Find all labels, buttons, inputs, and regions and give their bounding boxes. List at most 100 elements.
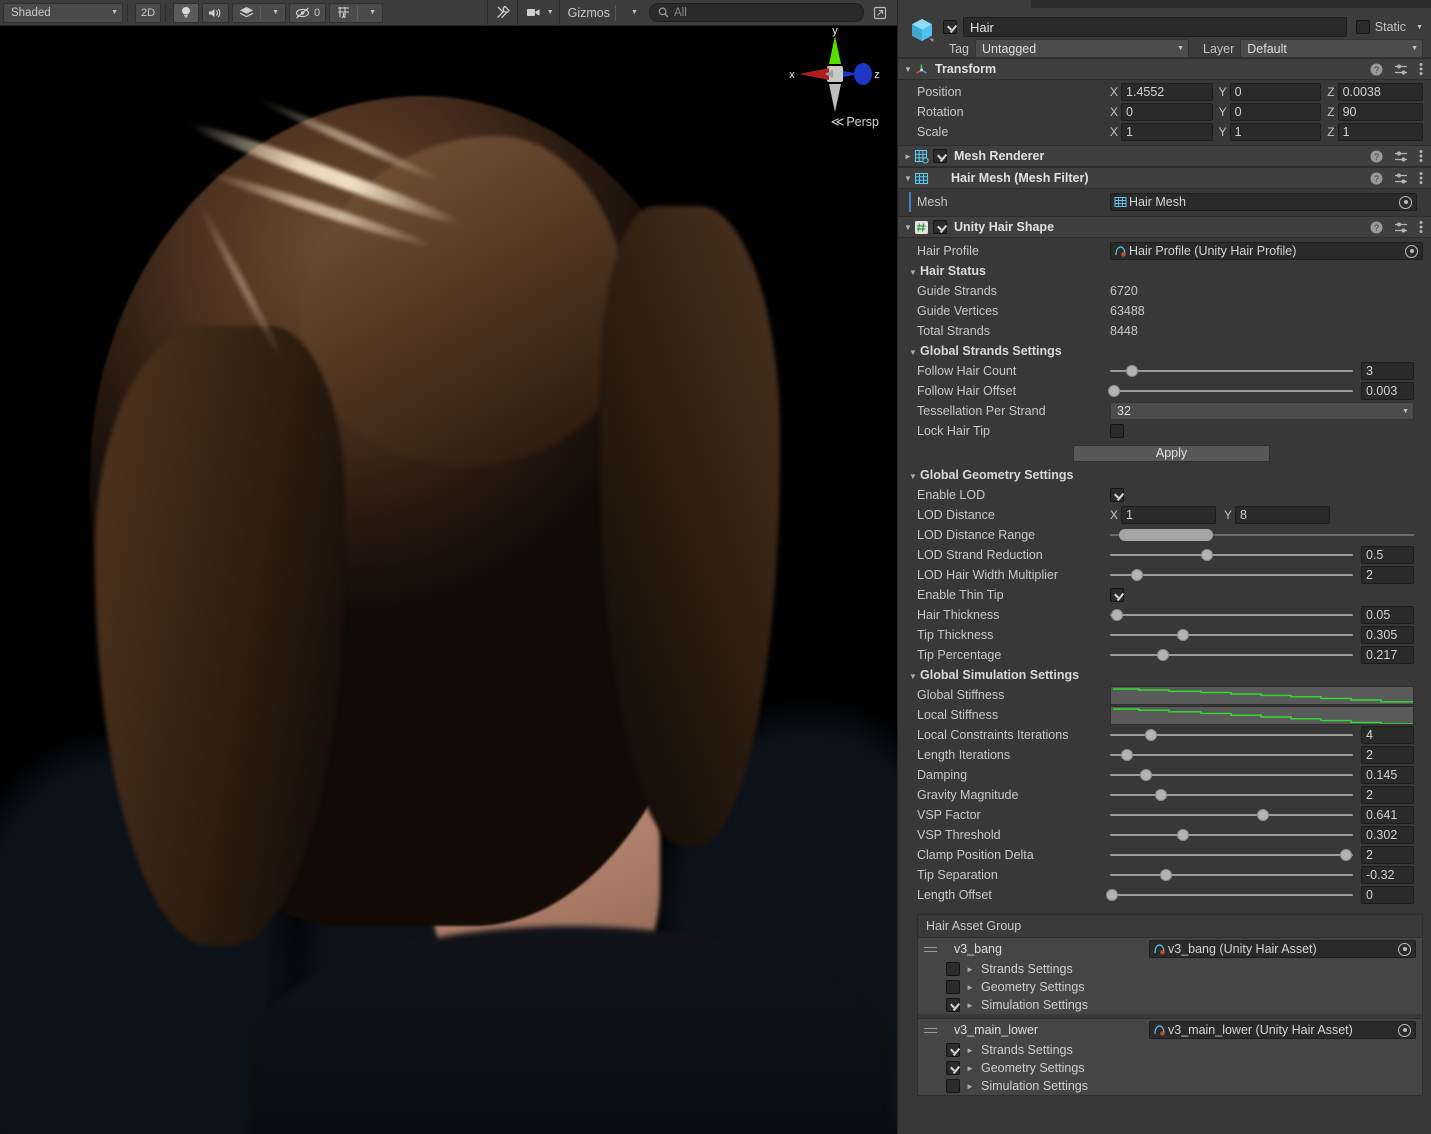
hair-thickness-field[interactable]: 0.05	[1361, 606, 1414, 624]
component-header-transform[interactable]: ▼ Transform ?	[898, 58, 1431, 80]
help-icon[interactable]: ?	[1370, 221, 1383, 234]
toggle-2d-button[interactable]: 2D	[135, 3, 161, 23]
rotation-z-field[interactable]: 90	[1338, 103, 1423, 121]
slider-knob[interactable]	[1155, 789, 1167, 801]
clamp-position-delta-field[interactable]: 2	[1361, 846, 1414, 864]
local-constraints-iterations-slider[interactable]	[1110, 726, 1353, 744]
scene-lighting-toggle[interactable]	[173, 3, 199, 23]
component-header-mesh-filter[interactable]: ▼ Hair Mesh (Mesh Filter) ?	[898, 167, 1431, 189]
follow-hair-count-slider[interactable]	[1110, 362, 1353, 380]
slider-knob[interactable]	[1140, 769, 1152, 781]
component-header-unity-hair-shape[interactable]: ▼ Unity Hair Shape ?	[898, 216, 1431, 238]
more-menu-icon[interactable]	[1419, 171, 1423, 185]
slider-knob[interactable]	[1160, 869, 1172, 881]
static-toggle-group[interactable]: Static ▼	[1356, 20, 1423, 34]
preset-icon[interactable]	[1394, 150, 1408, 163]
damping-slider[interactable]	[1110, 766, 1353, 784]
foldout-arrow-icon[interactable]: ►	[966, 965, 975, 974]
asset-object-field[interactable]: v3_bang (Unity Hair Asset)	[1149, 940, 1416, 958]
chevron-down-icon[interactable]: ▼	[1416, 24, 1423, 31]
lod-distance-x-field[interactable]: 1	[1121, 506, 1216, 524]
drag-handle-icon[interactable]	[924, 1028, 937, 1033]
scale-x-field[interactable]: 1	[1121, 123, 1213, 141]
slider-knob[interactable]	[1145, 729, 1157, 741]
hair-thickness-slider[interactable]	[1110, 606, 1353, 624]
tip-thickness-slider[interactable]	[1110, 626, 1353, 644]
length-offset-slider[interactable]	[1110, 886, 1353, 904]
scale-y-field[interactable]: 1	[1230, 123, 1322, 141]
enable-thin-tip-checkbox[interactable]	[1110, 588, 1124, 602]
foldout-arrow-icon[interactable]: ►	[966, 1001, 975, 1010]
hair-shape-enabled-checkbox[interactable]	[933, 220, 947, 234]
more-menu-icon[interactable]	[1419, 220, 1423, 234]
slider-knob[interactable]	[1111, 609, 1123, 621]
foldout-arrow-icon[interactable]: ►	[966, 1046, 975, 1055]
preset-icon[interactable]	[1394, 63, 1408, 76]
object-picker-icon[interactable]	[1399, 196, 1412, 209]
foldout-arrow-icon[interactable]: ►	[966, 1064, 975, 1073]
vsp-threshold-field[interactable]: 0.302	[1361, 826, 1414, 844]
hair-profile-object-field[interactable]: Hair Profile (Unity Hair Profile)	[1110, 242, 1423, 260]
scene-tools-button[interactable]	[491, 3, 517, 23]
scene-audio-toggle[interactable]	[202, 3, 229, 23]
foldout-arrow-icon[interactable]: ►	[902, 152, 914, 161]
layer-dropdown[interactable]: Default ▼	[1240, 39, 1423, 58]
inspector-tab-strip[interactable]	[898, 0, 1431, 8]
object-picker-icon[interactable]	[1398, 943, 1411, 956]
grid-dropdown[interactable]: ▼	[358, 4, 382, 22]
scene-fx-dropdown[interactable]: ▼	[261, 4, 285, 22]
hidden-objects-toggle[interactable]: 0	[289, 3, 326, 23]
draw-mode-dropdown[interactable]: Shaded ▼	[3, 3, 123, 23]
tip-thickness-field[interactable]: 0.305	[1361, 626, 1414, 644]
foldout-arrow-icon[interactable]: ►	[966, 983, 975, 992]
help-icon[interactable]: ?	[1370, 172, 1383, 185]
strands-settings-checkbox[interactable]	[946, 962, 960, 976]
lod-hair-width-slider[interactable]	[1110, 566, 1353, 584]
grid-visibility-toggle[interactable]	[330, 4, 357, 22]
apply-button[interactable]: Apply	[1073, 445, 1270, 462]
vsp-factor-slider[interactable]	[1110, 806, 1353, 824]
position-y-field[interactable]: 0	[1230, 83, 1322, 101]
open-in-new-button[interactable]	[867, 3, 893, 23]
tip-percentage-field[interactable]: 0.217	[1361, 646, 1414, 664]
gravity-magnitude-field[interactable]: 2	[1361, 786, 1414, 804]
follow-hair-offset-slider[interactable]	[1110, 382, 1353, 400]
drag-handle-icon[interactable]	[924, 947, 937, 952]
lod-hair-width-field[interactable]: 2	[1361, 566, 1414, 584]
slider-knob[interactable]	[1177, 829, 1189, 841]
global-strands-foldout[interactable]: ▼Global Strands Settings	[898, 341, 1423, 361]
tag-dropdown[interactable]: Untagged ▼	[975, 39, 1189, 58]
gizmos-dropdown[interactable]: ▼	[619, 3, 645, 23]
slider-knob[interactable]	[1108, 385, 1120, 397]
geometry-settings-checkbox[interactable]	[946, 980, 960, 994]
scene-view[interactable]: Shaded ▼ 2D	[0, 0, 897, 1134]
local-constraints-iterations-field[interactable]: 4	[1361, 726, 1414, 744]
scene-projection-mode[interactable]: ≪Persp	[831, 114, 879, 130]
local-stiffness-curve-field[interactable]	[1110, 706, 1414, 725]
position-z-field[interactable]: 0.0038	[1338, 83, 1423, 101]
lod-distance-y-field[interactable]: 8	[1235, 506, 1330, 524]
hair-status-foldout[interactable]: ▼Hair Status	[898, 261, 1423, 281]
object-picker-icon[interactable]	[1398, 1024, 1411, 1037]
more-menu-icon[interactable]	[1419, 149, 1423, 163]
slider-knob[interactable]	[1126, 365, 1138, 377]
global-stiffness-curve-field[interactable]	[1110, 686, 1414, 705]
foldout-arrow-icon[interactable]: ►	[966, 1082, 975, 1091]
lock-hair-tip-checkbox[interactable]	[1110, 424, 1124, 438]
help-icon[interactable]: ?	[1370, 63, 1383, 76]
preset-icon[interactable]	[1394, 172, 1408, 185]
scene-fx-toggle[interactable]	[233, 4, 260, 22]
scene-fx-group[interactable]: ▼	[232, 3, 286, 23]
vsp-threshold-slider[interactable]	[1110, 826, 1353, 844]
length-iterations-slider[interactable]	[1110, 746, 1353, 764]
help-icon[interactable]: ?	[1370, 150, 1383, 163]
simulation-settings-checkbox[interactable]	[946, 998, 960, 1012]
asset-object-field[interactable]: v3_main_lower (Unity Hair Asset)	[1149, 1021, 1416, 1039]
object-picker-icon[interactable]	[1405, 245, 1418, 258]
scene-render-viewport[interactable]	[0, 26, 897, 1134]
gizmos-button[interactable]: Gizmos	[563, 3, 615, 23]
slider-knob[interactable]	[1157, 649, 1169, 661]
slider-knob[interactable]	[1106, 889, 1118, 901]
slider-knob[interactable]	[1131, 569, 1143, 581]
foldout-arrow-icon[interactable]: ▼	[902, 223, 914, 232]
